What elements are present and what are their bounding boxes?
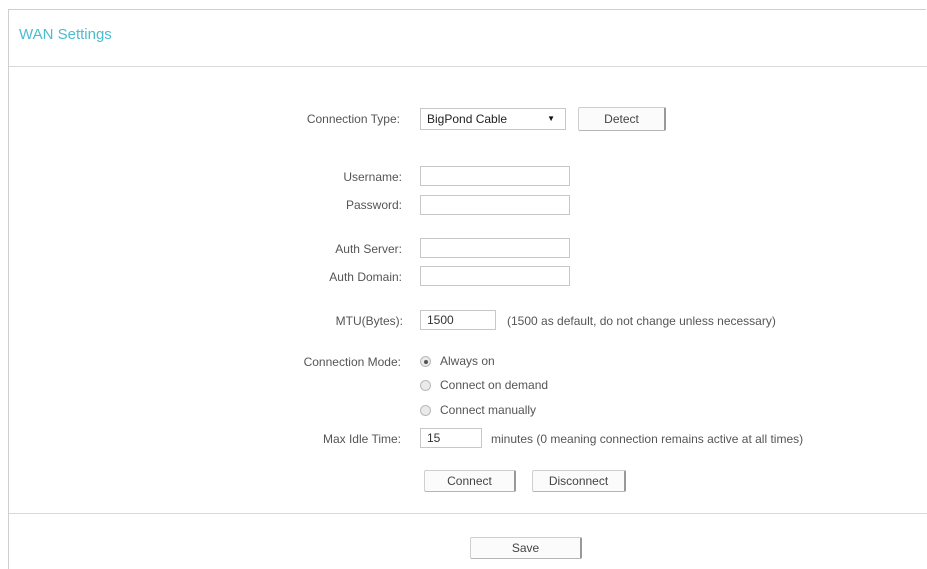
- save-button[interactable]: Save: [470, 537, 582, 559]
- auth-domain-label: Auth Domain:: [329, 270, 402, 284]
- footer-divider: [9, 513, 927, 514]
- max-idle-note: minutes (0 meaning connection remains ac…: [491, 432, 804, 446]
- disconnect-button[interactable]: Disconnect: [532, 470, 626, 492]
- radio-unchecked-icon[interactable]: [420, 404, 431, 416]
- chevron-down-icon: ▼: [547, 114, 555, 123]
- radio-connect-on-demand[interactable]: Connect on demand: [420, 376, 548, 394]
- detect-button[interactable]: Detect: [578, 107, 666, 131]
- page-title: WAN Settings: [19, 26, 112, 43]
- radio-checked-icon[interactable]: [420, 355, 431, 367]
- radio-label: Always on: [440, 354, 495, 368]
- mtu-label: MTU(Bytes):: [335, 314, 403, 328]
- username-label: Username:: [343, 170, 402, 184]
- max-idle-label: Max Idle Time:: [322, 432, 401, 446]
- radio-label: Connect on demand: [440, 378, 549, 392]
- title-divider: [9, 66, 927, 67]
- auth-server-label: Auth Server:: [335, 242, 402, 256]
- radio-unchecked-icon[interactable]: [420, 379, 431, 391]
- radio-always-on[interactable]: Always on: [420, 352, 495, 370]
- auth-domain-input[interactable]: [420, 266, 570, 286]
- radio-connect-manually[interactable]: Connect manually: [420, 401, 536, 419]
- mtu-note: (1500 as default, do not change unless n…: [507, 314, 776, 328]
- username-input[interactable]: [420, 166, 570, 186]
- connect-button[interactable]: Connect: [424, 470, 516, 492]
- connection-mode-label: Connection Mode:: [303, 355, 401, 369]
- auth-server-input[interactable]: [420, 238, 570, 258]
- mtu-input[interactable]: [420, 310, 496, 330]
- connection-type-label: Connection Type:: [306, 112, 400, 126]
- max-idle-input[interactable]: [420, 428, 482, 448]
- radio-label: Connect manually: [440, 403, 537, 417]
- connection-type-value: BigPond Cable: [427, 112, 508, 126]
- password-input[interactable]: [420, 195, 570, 215]
- connection-type-select[interactable]: BigPond Cable ▼: [420, 108, 566, 130]
- password-label: Password:: [345, 198, 402, 212]
